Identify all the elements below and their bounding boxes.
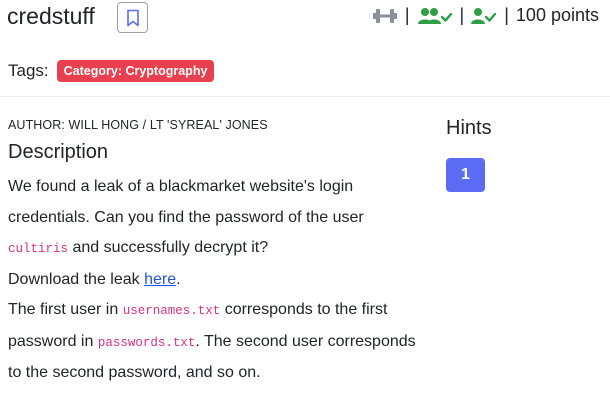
- bookmark-icon: [126, 9, 139, 26]
- dumbbell-icon: [372, 8, 398, 24]
- description-text: and successfully decrypt it?: [72, 239, 269, 256]
- challenge-title: credstuff: [7, 3, 95, 29]
- challenge-stats: | | | 100 points: [372, 5, 599, 26]
- passwords-file-code: passwords.txt: [97, 335, 196, 350]
- description-heading: Description: [8, 141, 109, 163]
- download-link[interactable]: here: [144, 271, 176, 288]
- description-text: Download the leak: [8, 270, 140, 288]
- description-text: The first user in: [8, 301, 119, 318]
- stats-separator: |: [459, 5, 465, 25]
- author-line: AUTHOR: WILL HONG / LT 'SYREAL' JONES: [8, 118, 268, 132]
- usernames-file-code: usernames.txt: [122, 304, 221, 318]
- stats-separator: |: [404, 5, 410, 25]
- hints-heading: Hints: [446, 117, 492, 139]
- user-check-icon: [471, 7, 497, 25]
- users-check-icon: [417, 7, 453, 25]
- points-label: 100 points: [515, 5, 599, 25]
- description-text: We found a leak of a blackmarket website…: [8, 178, 364, 226]
- tags-row: Tags: Category: Cryptography: [8, 60, 215, 82]
- description-body: We found a leak of a blackmarket website…: [8, 172, 428, 389]
- description-text: .: [176, 270, 181, 288]
- header-divider: [0, 96, 610, 97]
- category-badge[interactable]: Category: Cryptography: [56, 60, 215, 82]
- username-code: cultiris: [8, 242, 69, 256]
- challenge-header: credstuff | | | 100 points Tags: Categor…: [0, 0, 610, 97]
- bookmark-button[interactable]: [117, 2, 148, 33]
- hint-button[interactable]: 1: [446, 158, 485, 192]
- stats-separator: |: [504, 5, 509, 25]
- hints-panel: Hints 1: [446, 117, 492, 192]
- tags-label: Tags:: [8, 61, 49, 80]
- challenge-description-panel: AUTHOR: WILL HONG / LT 'SYREAL' JONES De…: [8, 118, 428, 389]
